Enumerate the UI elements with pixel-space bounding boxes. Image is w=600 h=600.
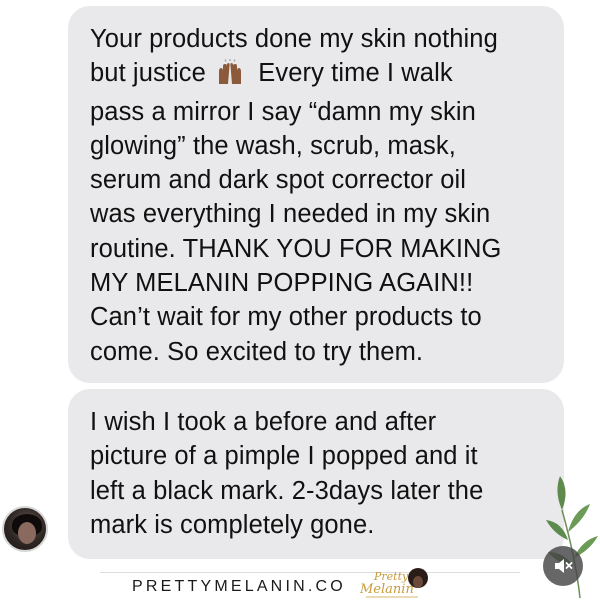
mute-button[interactable] (543, 546, 583, 586)
message-line: come. So excited to try them. (90, 337, 424, 366)
avatar-face (18, 522, 36, 544)
message-line: Can’t wait for my other products to (90, 303, 482, 332)
sender-avatar[interactable] (2, 506, 48, 552)
brand-website: PRETTYMELANIN.CO (132, 578, 346, 595)
message-line: picture of a pimple I popped and it (90, 442, 478, 471)
message-line: was everything I needed in my skin (90, 200, 491, 229)
speaker-muted-icon (555, 559, 573, 573)
message-line: Every time I walk (258, 59, 453, 88)
message-line-with-emoji: but justice Every time I walk (90, 56, 546, 94)
svg-text:Melanin: Melanin (359, 582, 414, 597)
message-line: I wish I took a before and after (90, 408, 437, 436)
message-line: serum and dark spot corrector oil (90, 166, 467, 195)
message-line: but justice (90, 59, 206, 88)
message-bubble-1: Your products done my skin nothing but j… (68, 6, 564, 383)
pretty-melanin-logo-icon: Pretty Melanin (359, 568, 428, 598)
message-line: Your products done my skin nothing (90, 25, 498, 53)
footer-divider (100, 572, 520, 573)
message-line: routine. THANK YOU FOR MAKING (90, 234, 502, 263)
message-line: left a black mark. 2-3days later the (90, 476, 484, 505)
message-line: mark is completely gone. (90, 510, 375, 539)
message-bubble-2: I wish I took a before and after picture… (68, 389, 564, 559)
message-line: glowing” the wash, scrub, mask, (90, 131, 456, 160)
message-thread: Your products done my skin nothing but j… (0, 0, 600, 600)
message-line: pass a mirror I say “damn my skin (90, 97, 476, 126)
message-line: MY MELANIN POPPING AGAIN!! (90, 269, 474, 298)
raising-hands-emoji-icon (215, 59, 245, 94)
